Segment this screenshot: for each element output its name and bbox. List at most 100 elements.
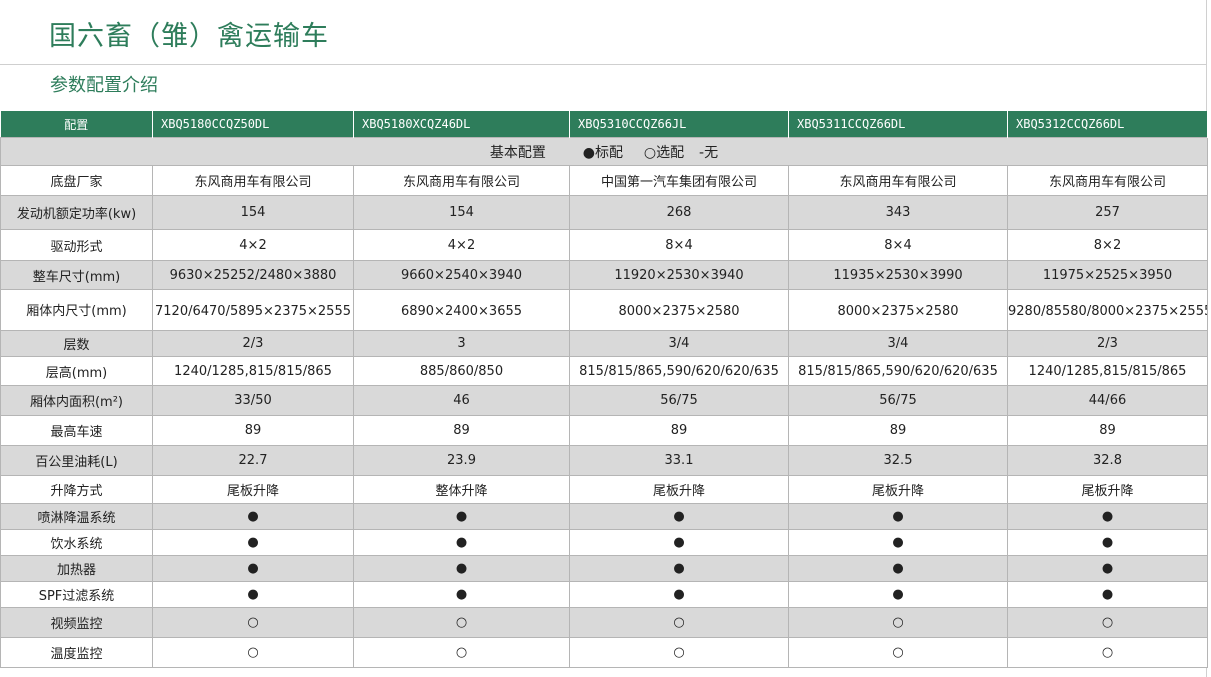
table-cell: 33.1 [569, 445, 789, 476]
row-label: 驱动形式 [0, 229, 153, 261]
table-cell: ● [788, 555, 1008, 582]
table-row: 层数 2/3 3 3/4 3/4 2/3 [0, 330, 1208, 357]
row-label: 层数 [0, 330, 153, 357]
table-cell: 6890×2400×3655 [353, 289, 570, 331]
legend-optional: ○选配 [643, 144, 685, 161]
table-cell: ● [569, 503, 789, 530]
table-cell: ● [152, 555, 354, 582]
page-title: 国六畜（雏）禽运输车 [49, 21, 329, 52]
table-row: 层高(mm) 1240/1285,815/815/865 885/860/850 81… [0, 356, 1208, 386]
table-cell: ○ [569, 607, 789, 638]
table-cell: ● [569, 529, 789, 556]
header-divider [0, 64, 1207, 65]
table-cell: 东风商用车有限公司 [152, 165, 354, 196]
table-cell: ● [788, 581, 1008, 608]
table-cell: 8×4 [569, 229, 789, 261]
table-cell: 154 [353, 195, 570, 230]
table-row: 最高车速 89 89 89 89 89 [0, 415, 1208, 446]
table-cell: 整体升降 [353, 475, 570, 504]
table-row: 饮水系统 ● ● ● ● ● [0, 529, 1208, 556]
table-row: 底盘厂家 东风商用车有限公司 东风商用车有限公司 中国第一汽车集团有限公司 东风商用车有… [0, 165, 1208, 196]
row-label: 温度监控 [0, 637, 153, 668]
row-label: 喷淋降温系统 [0, 503, 153, 530]
table-row: 百公里油耗(L) 22.7 23.9 33.1 32.5 32.8 [0, 445, 1208, 476]
table-row: 厢体内面积(m²) 33/50 46 56/75 56/75 44/66 [0, 385, 1208, 416]
spec-table: 配置 XBQ5180CCQZ50DL XBQ5180XCQZ46DL XBQ53… [0, 111, 1208, 668]
table-row: 升降方式 尾板升降 整体升降 尾板升降 尾板升降 尾板升降 [0, 475, 1208, 504]
row-label: 发动机额定功率(kw) [0, 195, 153, 230]
table-cell: 东风商用车有限公司 [1007, 165, 1208, 196]
table-cell: ● [152, 581, 354, 608]
table-row: SPF过滤系统 ● ● ● ● ● [0, 581, 1208, 608]
table-row: 喷淋降温系统 ● ● ● ● ● [0, 503, 1208, 530]
table-cell: 154 [152, 195, 354, 230]
table-cell: 815/815/865,590/620/620/635 [788, 356, 1008, 386]
table-row: 驱动形式 4×2 4×2 8×4 8×4 8×2 [0, 229, 1208, 261]
table-cell: 343 [788, 195, 1008, 230]
table-cell: 3/4 [569, 330, 789, 357]
table-cell: ○ [1007, 607, 1208, 638]
table-cell: ● [569, 555, 789, 582]
table-cell: ● [1007, 503, 1208, 530]
table-cell: ● [152, 503, 354, 530]
table-cell: 885/860/850 [353, 356, 570, 386]
table-cell: 257 [1007, 195, 1208, 230]
table-cell: 89 [569, 415, 789, 446]
header-config-label: 配置 [0, 111, 153, 138]
table-cell: 11920×2530×3940 [569, 260, 789, 290]
table-cell: 8000×2375×2580 [569, 289, 789, 331]
table-cell: 23.9 [353, 445, 570, 476]
table-cell: 46 [353, 385, 570, 416]
table-cell: 8×4 [788, 229, 1008, 261]
table-cell: 32.5 [788, 445, 1008, 476]
table-cell: 尾板升降 [788, 475, 1008, 504]
table-cell: 33/50 [152, 385, 354, 416]
table-row: 发动机额定功率(kw) 154 154 268 343 257 [0, 195, 1208, 230]
table-cell: ○ [353, 607, 570, 638]
table-cell: ○ [788, 607, 1008, 638]
table-cell: 7120/6470/5895×2375×2555 [152, 289, 354, 331]
table-cell: 2/3 [1007, 330, 1208, 357]
table-cell: 尾板升降 [152, 475, 354, 504]
table-cell: 89 [1007, 415, 1208, 446]
table-cell: ● [353, 529, 570, 556]
table-cell: 11975×2525×3950 [1007, 260, 1208, 290]
table-cell: ● [353, 503, 570, 530]
legend-none: -无 [699, 144, 719, 161]
model-header: XBQ5180CCQZ50DL [152, 111, 354, 138]
row-label: 整车尺寸(mm) [0, 260, 153, 290]
table-cell: 3/4 [788, 330, 1008, 357]
table-row: 加热器 ● ● ● ● ● [0, 555, 1208, 582]
table-cell: 9280/85580/8000×2375×2555 [1007, 289, 1208, 331]
table-cell: 268 [569, 195, 789, 230]
table-cell: 815/815/865,590/620/620/635 [569, 356, 789, 386]
table-cell: 56/75 [788, 385, 1008, 416]
table-cell: 44/66 [1007, 385, 1208, 416]
row-label: 厢体内面积(m²) [0, 385, 153, 416]
table-cell: ● [788, 529, 1008, 556]
table-cell: 中国第一汽车集团有限公司 [569, 165, 789, 196]
table-cell: ○ [152, 607, 354, 638]
table-row: 视频监控 ○ ○ ○ ○ ○ [0, 607, 1208, 638]
row-label: 层高(mm) [0, 356, 153, 386]
table-cell: ○ [569, 637, 789, 668]
table-cell: ● [1007, 555, 1208, 582]
row-label: 饮水系统 [0, 529, 153, 556]
row-label: 加热器 [0, 555, 153, 582]
table-cell: 3 [353, 330, 570, 357]
section-legend: 基本配置 ●标配 ○选配 -无 [0, 137, 1208, 166]
table-cell: ○ [1007, 637, 1208, 668]
table-cell: 9630×25252/2480×3880 [152, 260, 354, 290]
table-cell: 56/75 [569, 385, 789, 416]
table-cell: 1240/1285,815/815/865 [1007, 356, 1208, 386]
table-cell: 32.8 [1007, 445, 1208, 476]
table-cell: 尾板升降 [569, 475, 789, 504]
table-row: 温度监控 ○ ○ ○ ○ ○ [0, 637, 1208, 668]
table-cell: 89 [152, 415, 354, 446]
table-cell: 8000×2375×2580 [788, 289, 1008, 331]
model-header: XBQ5312CCQZ66DL [1007, 111, 1208, 138]
row-label: 底盘厂家 [0, 165, 153, 196]
table-cell: ● [788, 503, 1008, 530]
row-label: 视频监控 [0, 607, 153, 638]
section-row: 基本配置 ●标配 ○选配 -无 [0, 137, 1208, 166]
